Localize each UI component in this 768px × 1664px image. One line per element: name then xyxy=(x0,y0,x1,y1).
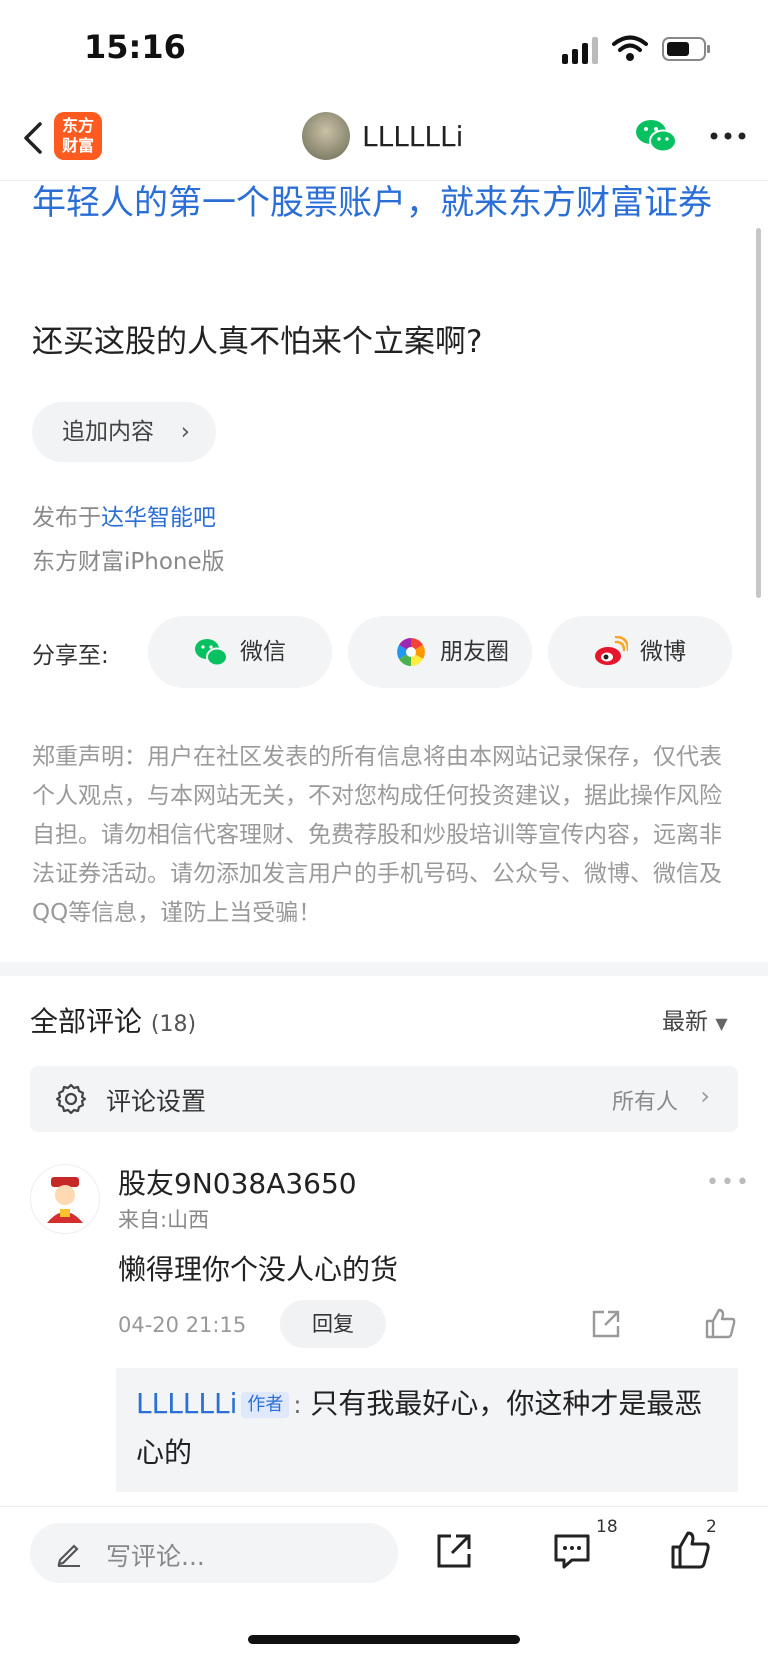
home-indicator[interactable] xyxy=(248,1635,520,1644)
pencil-icon xyxy=(57,1544,80,1567)
author-tag: 作者 xyxy=(241,1392,290,1418)
section-divider xyxy=(0,962,768,976)
comment-settings-row[interactable]: 评论设置 所有人 › xyxy=(30,1066,738,1132)
share-icon[interactable] xyxy=(590,1308,622,1340)
comment-settings-value: 所有人 xyxy=(611,1090,678,1115)
sort-dropdown[interactable]: 最新 ▼ xyxy=(662,1002,728,1036)
comment-text: 懒得理你个没人心的货 xyxy=(118,1253,399,1286)
share-label: 分享至: xyxy=(32,643,109,669)
comment-more-icon[interactable]: ••• xyxy=(706,1170,751,1195)
author-reply: LLLLLLi 作者: 只有我最好心，你这种才是最恶心的 xyxy=(116,1368,738,1492)
wechat-share-icon[interactable] xyxy=(634,116,678,156)
caret-down-icon: ▼ xyxy=(715,1014,728,1033)
nav-bar: 东方 财富 LLLLLLi xyxy=(0,100,768,181)
reply-author-name[interactable]: LLLLLLi xyxy=(136,1387,237,1420)
wifi-icon xyxy=(612,35,648,61)
chevron-right-icon: › xyxy=(700,1082,710,1110)
forum-link[interactable]: 达华智能吧 xyxy=(101,505,216,531)
share-icon[interactable] xyxy=(434,1531,474,1571)
comment-icon[interactable] xyxy=(552,1531,592,1571)
battery-icon xyxy=(662,37,710,61)
post-client: 东方财富iPhone版 xyxy=(32,549,225,575)
reply-button[interactable]: 回复 xyxy=(280,1300,386,1348)
author-avatar[interactable] xyxy=(302,112,350,160)
thumbs-up-icon[interactable] xyxy=(704,1306,738,1340)
published-in: 发布于达华智能吧 xyxy=(32,505,216,531)
post-body: 还买这股的人真不怕来个立案啊? xyxy=(32,324,483,360)
commenter-name[interactable]: 股友9N038A3650 xyxy=(118,1162,357,1202)
back-icon[interactable] xyxy=(18,120,48,156)
author-name[interactable]: LLLLLLi xyxy=(362,120,463,153)
commenter-location: 来自:山西 xyxy=(118,1208,210,1232)
chevron-right-icon: › xyxy=(180,419,190,445)
comments-count: (18) xyxy=(150,1012,197,1037)
more-icon[interactable] xyxy=(708,126,748,146)
share-weibo-button[interactable]: 微博 xyxy=(548,616,732,688)
weibo-icon xyxy=(595,636,628,665)
cellular-signal-icon xyxy=(562,36,600,64)
wechat-icon xyxy=(195,639,228,667)
app-logo[interactable]: 东方 财富 xyxy=(54,112,102,160)
comment-count: 18 xyxy=(596,1517,618,1537)
comment-time: 04-20 21:15 xyxy=(118,1313,247,1337)
commenter-avatar[interactable] xyxy=(30,1164,100,1234)
ad-link[interactable]: 年轻人的第一个股票账户，就来东方财富证券 xyxy=(32,176,742,230)
status-time: 15:16 xyxy=(84,28,186,66)
comment-input[interactable]: 写评论... xyxy=(30,1523,398,1583)
like-count: 2 xyxy=(706,1517,717,1537)
scrollbar[interactable] xyxy=(756,228,761,598)
disclaimer: 郑重声明：用户在社区发表的所有信息将由本网站记录保存，仅代表个人观点，与本网站无… xyxy=(32,744,722,926)
share-wechat-button[interactable]: 微信 xyxy=(148,616,332,688)
moments-icon xyxy=(397,638,425,666)
gear-icon xyxy=(55,1083,87,1115)
comments-title: 全部评论 (18) xyxy=(30,1005,197,1038)
comment-settings-label: 评论设置 xyxy=(106,1087,207,1116)
bottom-bar: 写评论... 18 2 xyxy=(0,1506,768,1664)
append-content-button[interactable]: 追加内容 › xyxy=(32,402,216,462)
fortune-god-avatar-icon xyxy=(39,1175,91,1227)
share-moments-button[interactable]: 朋友圈 xyxy=(348,616,532,688)
